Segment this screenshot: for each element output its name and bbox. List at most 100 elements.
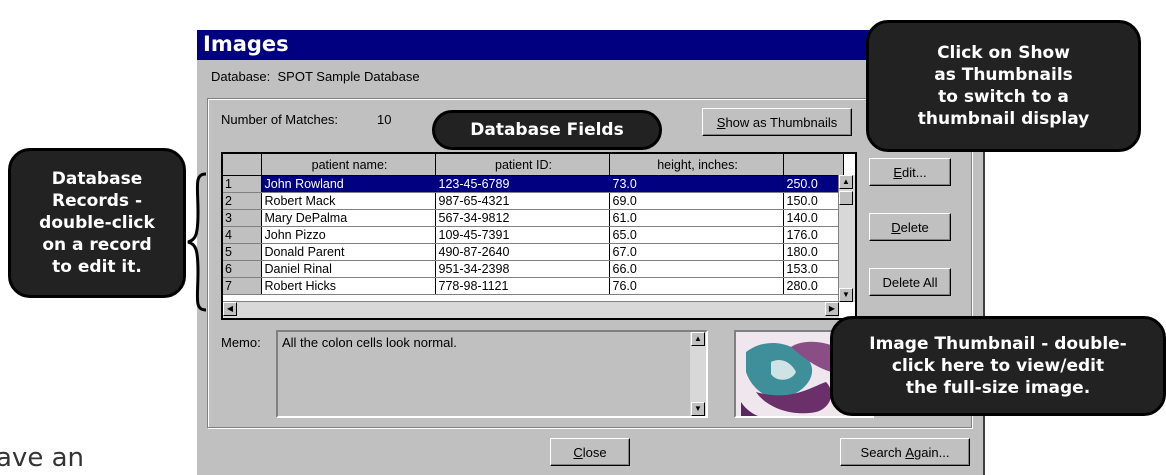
grid-corner [223,154,262,176]
cell-patient-name[interactable]: Daniel Rinal [261,260,436,278]
column-header-height[interactable]: height, inches: [609,154,784,176]
cell-patient-id[interactable]: 567-34-9812 [435,209,610,227]
cell-patient-name[interactable]: Robert Mack [261,192,436,210]
search-again-button[interactable]: Search Again... [840,438,970,466]
cell-patient-id[interactable]: 987-65-4321 [435,192,610,210]
column-header-patient-name[interactable]: patient name: [261,154,436,176]
cell-height[interactable]: 76.0 [609,277,784,295]
database-name: SPOT Sample Database [277,69,420,84]
table-row[interactable]: 7 Robert Hicks 778-98-1121 76.0 280.0 [223,277,844,295]
row-number: 1 [223,175,262,193]
cell-height[interactable]: 66.0 [609,260,784,278]
row-number: 6 [223,260,262,278]
grid-vertical-scrollbar[interactable]: ▲ ▼ [838,175,855,302]
cell-patient-name[interactable]: Mary DePalma [261,209,436,227]
cell-extra[interactable]: 153.0 [783,260,844,278]
cell-patient-id[interactable]: 109-45-7391 [435,226,610,244]
scroll-up-arrow-icon[interactable]: ▲ [839,175,853,189]
btn-text-accel: D [891,219,901,235]
cell-height[interactable]: 69.0 [609,192,784,210]
cell-extra[interactable]: 176.0 [783,226,844,244]
column-header-extra[interactable] [783,154,844,176]
cell-patient-id[interactable]: 490-87-2640 [435,243,610,261]
grid-horizontal-scrollbar[interactable]: ◀ ▶ [223,301,839,318]
matches-label: Number of Matches: [221,112,339,127]
callout-line: Click on Show [937,43,1070,63]
callout-thumbnails: Click on Show as Thumbnails to switch to… [866,20,1141,152]
btn-text-accel: E [893,164,903,180]
grid-header-row: patient name: patient ID: height, inches… [223,154,844,176]
cell-patient-name[interactable]: Donald Parent [261,243,436,261]
callout-line: to switch to a [938,87,1069,107]
callout-line: thumbnail display [917,109,1090,129]
matches-count: 10 [377,112,392,127]
records-table: patient name: patient ID: height, inches… [223,154,844,295]
callout-database-fields: Database Fields [432,110,662,150]
scroll-thumb[interactable] [839,191,853,205]
delete-all-button[interactable]: Delete All [869,268,951,296]
scroll-up-arrow-icon[interactable]: ▲ [691,332,705,346]
scroll-down-arrow-icon[interactable]: ▼ [839,288,853,302]
close-button[interactable]: Close [550,438,630,466]
table-row[interactable]: 1 John Rowland 123-45-6789 73.0 250.0 [223,175,844,193]
table-row[interactable]: 5 Donald Parent 490-87-2640 67.0 180.0 [223,243,844,261]
edit-button[interactable]: Edit... [869,158,951,186]
show-as-thumbnails-button[interactable]: Show as Thumbnails [702,108,852,136]
row-number: 5 [223,243,262,261]
btn-text-accel: S [716,114,726,130]
memo-scrollbar[interactable]: ▲ ▼ [690,332,706,416]
callout-line: the full-size image. [905,378,1091,398]
records-brace-icon [187,172,207,312]
btn-text-post: lose [582,444,607,460]
records-grid[interactable]: patient name: patient ID: height, inches… [221,152,857,320]
database-label: Database: SPOT Sample Database [211,69,420,84]
callout-line: double-click [39,213,155,233]
callout-line: to edit it. [52,257,142,277]
cell-height[interactable]: 73.0 [609,175,784,193]
table-row[interactable]: 6 Daniel Rinal 951-34-2398 66.0 153.0 [223,260,844,278]
table-row[interactable]: 4 John Pizzo 109-45-7391 65.0 176.0 [223,226,844,244]
column-header-patient-id[interactable]: patient ID: [435,154,610,176]
cell-patient-name[interactable]: John Rowland [261,175,436,193]
cell-extra[interactable]: 150.0 [783,192,844,210]
btn-text-post: gain... [914,444,950,460]
callout-line: on a record [42,235,152,255]
btn-text-accel: A [905,444,915,460]
background-text-fragment: ave an [0,443,84,473]
callout-line: Image Thumbnail - double- [869,334,1127,354]
delete-button[interactable]: Delete [869,213,951,241]
row-number: 7 [223,277,262,295]
cell-patient-id[interactable]: 778-98-1121 [435,277,610,295]
cell-height[interactable]: 61.0 [609,209,784,227]
memo-label: Memo: [221,335,261,350]
scroll-right-arrow-icon[interactable]: ▶ [825,302,839,316]
btn-text-accel: C [573,444,583,460]
callout-line: Records - [51,191,143,211]
scroll-down-arrow-icon[interactable]: ▼ [691,402,705,416]
btn-text-post: dit... [902,164,927,180]
cell-extra[interactable]: 250.0 [783,175,844,193]
memo-field[interactable]: All the colon cells look normal. ▲ ▼ [276,330,708,418]
callout-line: Database [51,169,143,189]
cell-extra[interactable]: 180.0 [783,243,844,261]
scroll-left-arrow-icon[interactable]: ◀ [223,302,237,316]
row-number: 2 [223,192,262,210]
table-row[interactable]: 2 Robert Mack 987-65-4321 69.0 150.0 [223,192,844,210]
cell-extra[interactable]: 140.0 [783,209,844,227]
table-row[interactable]: 3 Mary DePalma 567-34-9812 61.0 140.0 [223,209,844,227]
row-number: 3 [223,209,262,227]
cell-height[interactable]: 65.0 [609,226,784,244]
cell-patient-id[interactable]: 123-45-6789 [435,175,610,193]
memo-text: All the colon cells look normal. [282,335,457,350]
cell-height[interactable]: 67.0 [609,243,784,261]
callout-database-records: Database Records - double-click on a rec… [8,148,186,298]
callout-line: click here to view/edit [891,356,1105,376]
callout-image-thumbnail: Image Thumbnail - double- click here to … [830,316,1166,416]
cell-patient-id[interactable]: 951-34-2398 [435,260,610,278]
database-label-text: Database: [211,69,271,84]
cell-patient-name[interactable]: Robert Hicks [261,277,436,295]
btn-text-pre: Search [860,444,906,460]
cell-patient-name[interactable]: John Pizzo [261,226,436,244]
row-number: 4 [223,226,262,244]
cell-extra[interactable]: 280.0 [783,277,844,295]
